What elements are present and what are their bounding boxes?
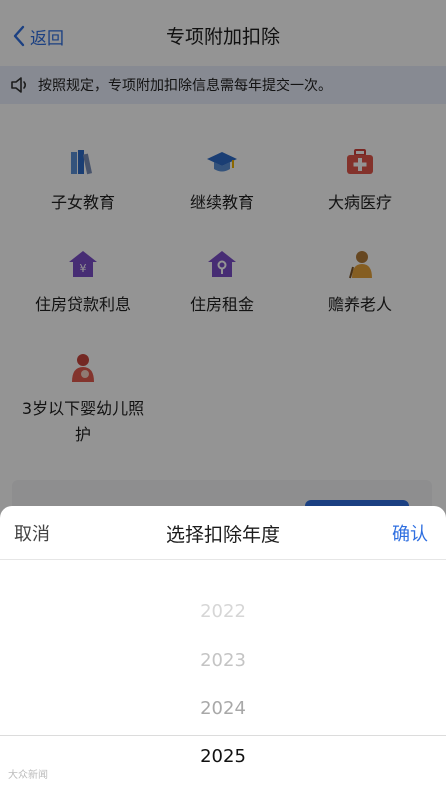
year-option-selected[interactable]: 2025 xyxy=(0,746,446,767)
picker-header: 取消 选择扣除年度 确认 xyxy=(0,506,446,560)
picker-title: 选择扣除年度 xyxy=(165,524,280,546)
year-option[interactable]: 2024 xyxy=(0,698,446,719)
watermark-text: 大众新闻 xyxy=(8,770,48,781)
confirm-button[interactable]: 确认 xyxy=(392,520,428,546)
year-picker-sheet: 取消 选择扣除年度 确认 2022 2023 2024 2025 xyxy=(0,506,446,785)
tax-deduction-screen: 返回 专项附加扣除 按照规定，专项附加扣除信息需每年提交一次。 子女教育 继续教 xyxy=(0,0,446,785)
year-wheel[interactable]: 2022 2023 2024 2025 xyxy=(0,561,446,785)
selection-top-line xyxy=(0,735,446,736)
year-option[interactable]: 2023 xyxy=(0,650,446,671)
year-option[interactable]: 2022 xyxy=(0,601,446,622)
